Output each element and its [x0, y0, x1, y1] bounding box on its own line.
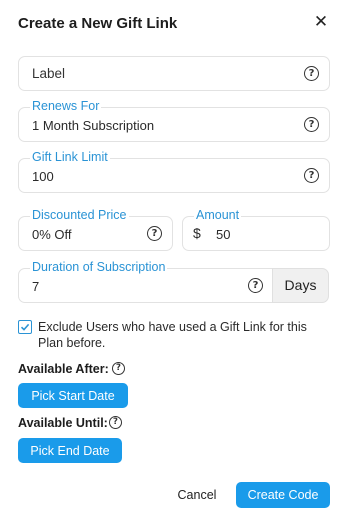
label-field[interactable]: Label ?	[18, 56, 330, 91]
help-icon[interactable]: ?	[147, 226, 162, 241]
cancel-button[interactable]: Cancel	[168, 483, 226, 507]
renews-for-value: 1 Month Subscription	[32, 118, 155, 133]
help-icon[interactable]: ?	[304, 66, 319, 81]
label-field-placeholder: Label	[32, 66, 66, 81]
help-icon[interactable]: ?	[248, 278, 263, 293]
available-after-text: Available After:	[18, 362, 109, 376]
discounted-price-label: Discounted Price	[30, 208, 129, 222]
currency-symbol: $	[193, 225, 201, 241]
create-code-button[interactable]: Create Code	[236, 482, 330, 508]
amount-label: Amount	[194, 208, 242, 222]
exclude-users-checkbox[interactable]	[18, 320, 32, 334]
dialog-title: Create a New Gift Link	[18, 15, 178, 32]
gift-link-limit-value: 100	[32, 169, 54, 184]
amount-value: 50	[216, 227, 231, 242]
pick-end-date-button[interactable]: Pick End Date	[18, 438, 122, 463]
exclude-users-label: Exclude Users who have used a Gift Link …	[38, 320, 307, 350]
discounted-price-value: 0% Off	[32, 227, 72, 242]
duration-unit: Days	[272, 268, 329, 303]
duration-label: Duration of Subscription	[30, 260, 168, 274]
available-after-label: Available After:	[18, 362, 109, 376]
close-icon[interactable]: ✕	[313, 13, 329, 31]
gift-link-limit-label: Gift Link Limit	[30, 150, 110, 164]
available-until-text: Available Until:	[18, 416, 108, 430]
help-icon[interactable]: ?	[304, 117, 319, 132]
help-icon[interactable]: ?	[112, 362, 125, 375]
pick-start-date-button[interactable]: Pick Start Date	[18, 383, 128, 408]
checkmark-icon	[20, 323, 30, 331]
duration-value: 7	[32, 279, 40, 294]
renews-for-label: Renews For	[30, 99, 102, 113]
help-icon[interactable]: ?	[304, 168, 319, 183]
help-icon[interactable]: ?	[109, 416, 122, 429]
available-until-label: Available Until:	[18, 416, 108, 430]
